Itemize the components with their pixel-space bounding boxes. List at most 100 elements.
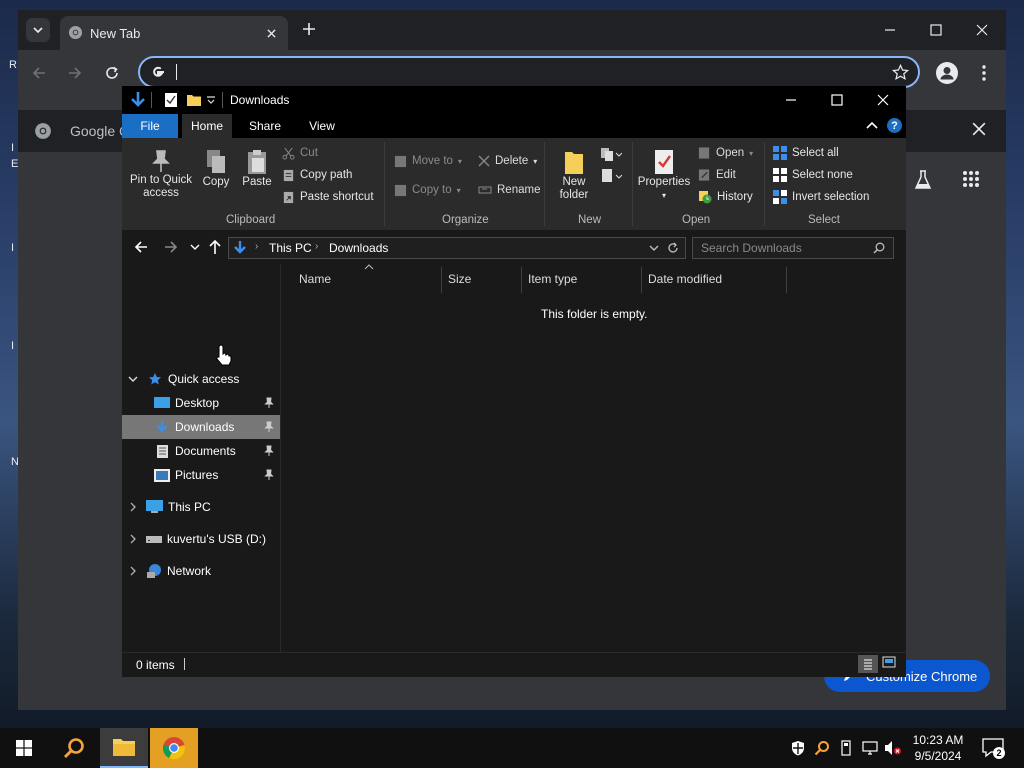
explorer-close-button[interactable]: [868, 90, 898, 110]
maximize-button[interactable]: [926, 20, 946, 40]
forward-button[interactable]: [64, 62, 86, 84]
arrow-right-icon: [165, 241, 178, 253]
close-window-button[interactable]: [972, 20, 992, 40]
tab-share[interactable]: Share: [238, 114, 292, 138]
collapse-ribbon-button[interactable]: [866, 120, 878, 130]
new-item-button[interactable]: [600, 146, 622, 162]
arrow-up-icon: [209, 239, 221, 254]
breadcrumb-downloads[interactable]: Downloads: [329, 241, 388, 255]
customize-qat-button[interactable]: [206, 95, 216, 105]
properties-button[interactable]: Properties ▾: [636, 148, 692, 202]
address-history-button[interactable]: [649, 243, 659, 253]
tab-new-tab[interactable]: New Tab: [60, 16, 288, 50]
nav-quick-access-label: Quick access: [168, 372, 240, 386]
new-folder-quick-button[interactable]: [186, 92, 202, 108]
column-item-type[interactable]: Item type: [528, 264, 638, 294]
nav-downloads[interactable]: Downloads: [122, 415, 280, 439]
back-button[interactable]: [28, 62, 50, 84]
column-separator[interactable]: [441, 267, 442, 293]
chrome-icon: [68, 25, 83, 40]
paste-label: Paste: [242, 176, 272, 188]
details-view-button[interactable]: [858, 655, 878, 673]
explorer-address-bar[interactable]: › This PC › Downloads: [228, 237, 686, 259]
chrome-taskbar-button[interactable]: [150, 728, 198, 768]
rename-button[interactable]: Rename: [478, 181, 540, 199]
file-explorer-taskbar-button[interactable]: [100, 728, 148, 768]
large-icons-view-button[interactable]: [882, 656, 896, 668]
address-bar[interactable]: [138, 56, 920, 88]
new-folder-button[interactable]: New folder: [554, 148, 594, 202]
nav-desktop[interactable]: Desktop: [122, 391, 280, 415]
search-downloads-input[interactable]: Search Downloads: [692, 237, 894, 259]
explorer-forward-button[interactable]: [164, 240, 178, 254]
nav-network[interactable]: Network: [122, 559, 280, 583]
volume-muted-icon[interactable]: [884, 740, 902, 756]
usb-eject-icon[interactable]: [840, 740, 852, 756]
minimize-button[interactable]: [880, 20, 900, 40]
history-button[interactable]: History: [698, 188, 753, 206]
copy-label: Copy: [202, 176, 230, 188]
copy-button[interactable]: Copy: [198, 148, 234, 189]
copy-to-button[interactable]: Copy to ▾: [394, 181, 461, 199]
edit-button[interactable]: Edit: [698, 166, 736, 184]
copy-path-button[interactable]: Copy path: [282, 166, 352, 184]
column-name[interactable]: Name: [299, 264, 439, 294]
refresh-button[interactable]: [667, 242, 679, 254]
open-button[interactable]: Open ▾: [698, 144, 753, 162]
labs-button[interactable]: [914, 170, 932, 190]
column-separator[interactable]: [521, 267, 522, 293]
chrome-menu-button[interactable]: [974, 62, 994, 84]
recent-locations-button[interactable]: [190, 242, 200, 252]
copy-icon: [207, 150, 225, 173]
column-date-modified[interactable]: Date modified: [648, 264, 784, 294]
new-tab-button[interactable]: [302, 22, 318, 38]
pin-to-quick-access-button[interactable]: Pin to Quick access: [126, 148, 196, 200]
tab-search-button[interactable]: [26, 18, 50, 42]
up-button[interactable]: [208, 239, 222, 255]
help-icon[interactable]: ?: [887, 118, 902, 133]
nav-usb-drive[interactable]: kuvertu's USB (D:): [122, 527, 280, 551]
explorer-back-button[interactable]: [134, 240, 148, 254]
windows-logo-icon: [16, 740, 32, 756]
clock[interactable]: 10:23 AM 9/5/2024: [906, 732, 970, 764]
nav-documents[interactable]: Documents: [122, 439, 280, 463]
select-all-button[interactable]: Select all: [773, 144, 839, 162]
copy-path-label: Copy path: [300, 169, 353, 181]
select-none-button[interactable]: Select none: [773, 166, 853, 184]
start-button[interactable]: [0, 728, 48, 768]
invert-selection-button[interactable]: Invert selection: [773, 188, 869, 206]
nav-quick-access[interactable]: Quick access: [122, 367, 280, 391]
column-separator[interactable]: [786, 267, 787, 293]
paste-shortcut-button[interactable]: Paste shortcut: [282, 188, 374, 206]
explorer-minimize-button[interactable]: [776, 90, 806, 110]
breadcrumb-this-pc[interactable]: This PC: [269, 241, 312, 255]
cut-button[interactable]: Cut: [282, 144, 318, 162]
search-tray-icon[interactable]: [814, 740, 830, 756]
column-size[interactable]: Size: [448, 264, 518, 294]
tab-home[interactable]: Home: [182, 114, 232, 138]
banner-close-button[interactable]: [972, 122, 986, 136]
paste-button[interactable]: Paste: [238, 148, 276, 189]
google-banner-text: Google C: [70, 123, 130, 139]
move-to-button[interactable]: Move to ▾: [394, 152, 462, 170]
tab-file[interactable]: File: [122, 114, 178, 138]
nav-pictures[interactable]: Pictures: [122, 463, 280, 487]
google-apps-button[interactable]: [962, 170, 980, 188]
reload-button[interactable]: [101, 62, 123, 84]
tab-close-button[interactable]: [264, 26, 278, 40]
tab-view[interactable]: View: [296, 114, 348, 138]
explorer-maximize-button[interactable]: [822, 90, 852, 110]
notifications-button[interactable]: 2: [982, 738, 1005, 759]
invert-selection-icon: [773, 190, 787, 204]
bookmark-button[interactable]: [892, 64, 909, 81]
nav-this-pc[interactable]: This PC: [122, 495, 280, 519]
search-taskbar-button[interactable]: [50, 728, 98, 768]
shield-icon[interactable]: [790, 740, 806, 756]
delete-button[interactable]: Delete ▾: [478, 152, 537, 170]
properties-quick-button[interactable]: [164, 92, 178, 108]
network-tray-icon[interactable]: [862, 740, 878, 756]
plus-icon: [303, 23, 315, 35]
profile-avatar[interactable]: [936, 62, 958, 84]
easy-access-button[interactable]: [600, 168, 622, 184]
column-separator[interactable]: [641, 267, 642, 293]
